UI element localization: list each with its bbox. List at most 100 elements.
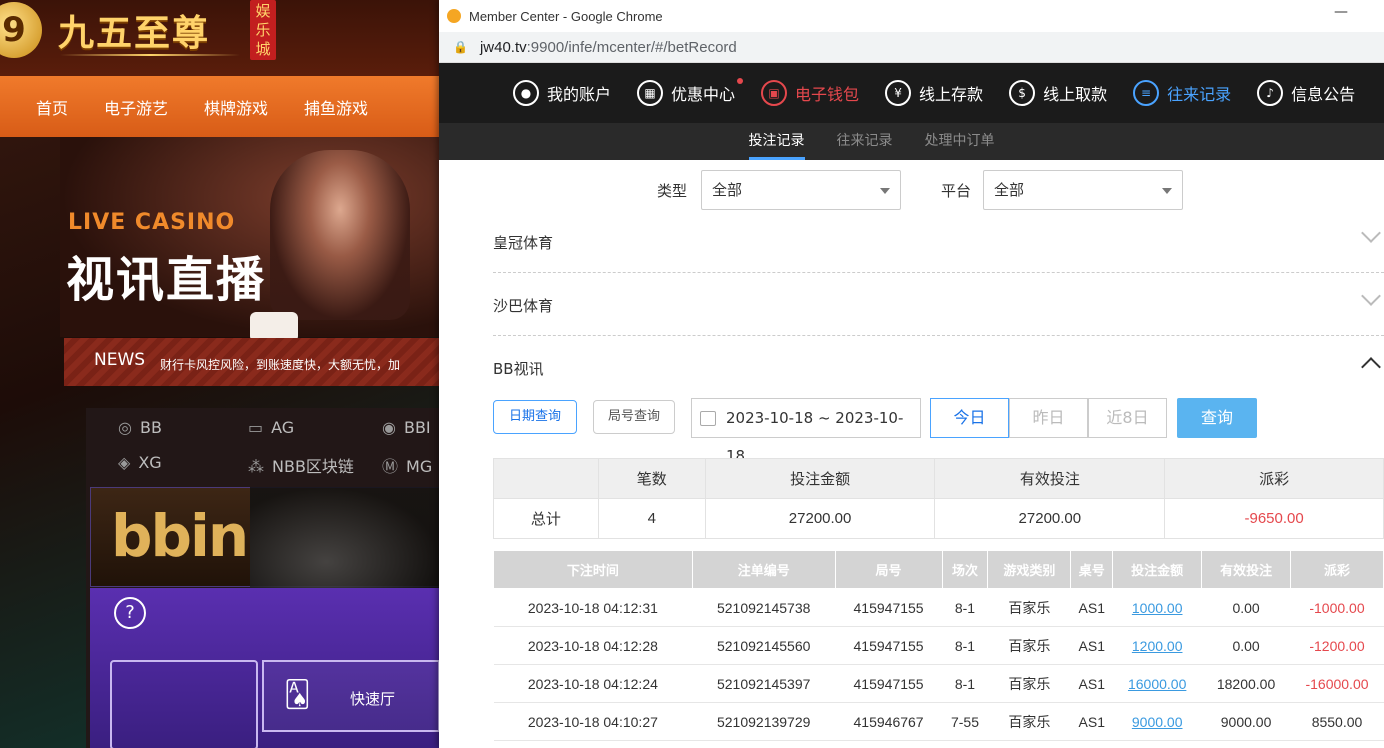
sub-tabs: 投注记录 往来记录 处理中订单: [439, 123, 1384, 160]
favicon-icon: [447, 9, 461, 23]
today-button[interactable]: 今日: [930, 398, 1009, 438]
window-titlebar: Member Center - Google Chrome —: [439, 0, 1384, 32]
address-bar[interactable]: 🔒 jw40.tv:9900/infe/mcenter/#/betRecord: [439, 32, 1384, 63]
site-nav-board-games[interactable]: 棋牌游戏: [204, 95, 268, 119]
platform-select[interactable]: 全部: [983, 170, 1183, 210]
news-label: NEWS: [94, 350, 146, 370]
cards-icon: 🂡: [284, 680, 311, 710]
lobby-card[interactable]: [110, 660, 258, 748]
date-query-button[interactable]: 日期查询: [493, 400, 577, 434]
cell-payout: -1200.00: [1290, 626, 1384, 665]
ag-icon: ▭: [248, 418, 264, 437]
col-game-type[interactable]: 游戏类别: [987, 550, 1072, 589]
col-payout[interactable]: 派彩: [1290, 550, 1384, 589]
cell-valid: 9000.00: [1201, 702, 1291, 741]
nav-wallet[interactable]: ▣ 电子钱包: [761, 80, 859, 106]
bbi-icon: ◉: [382, 418, 396, 437]
type-label: 类型: [657, 182, 688, 200]
nav-deposit[interactable]: ¥ 线上存款: [885, 80, 983, 106]
cell-game: 百家乐: [987, 664, 1071, 703]
type-select[interactable]: 全部: [701, 170, 901, 210]
summary-header: 有效投注: [934, 458, 1166, 499]
bet-amount-link[interactable]: 16000.00: [1112, 664, 1202, 703]
chevron-down-icon[interactable]: [1361, 286, 1381, 306]
date-range-input[interactable]: 2023-10-18 ~ 2023-10-18: [691, 398, 921, 465]
tab-bet-records[interactable]: 投注记录: [748, 123, 805, 160]
cell-round: 415947155: [835, 588, 942, 627]
platform-bb[interactable]: ◎ BB: [118, 418, 162, 437]
table-row: 2023-10-18 04:12:31 521092145738 4159471…: [493, 588, 1384, 627]
table-row: 2023-10-18 04:12:24 521092145397 4159471…: [493, 664, 1384, 703]
cell-time: 2023-10-18 04:12:31: [493, 588, 693, 627]
cell-session: 7-55: [942, 702, 988, 741]
cell-time: 2023-10-18 04:12:24: [493, 664, 693, 703]
platform-xg[interactable]: ◈ XG: [118, 453, 162, 472]
chevron-up-icon[interactable]: [1361, 357, 1381, 377]
col-bet-id[interactable]: 注单编号: [691, 550, 836, 589]
site-nav-home[interactable]: 首页: [36, 95, 68, 119]
site-nav-slots[interactable]: 电子游艺: [104, 95, 168, 119]
platform-nbb[interactable]: ⁂ NBB区块链: [248, 453, 354, 477]
cell-table: AS1: [1070, 664, 1113, 703]
background-casino-site: 9 九五至尊 娱乐城 首页 电子游艺 棋牌游戏 捕鱼游戏 LIVE CASINO…: [0, 0, 440, 748]
query-button[interactable]: 查询: [1177, 398, 1257, 438]
bet-amount-link[interactable]: 9000.00: [1112, 702, 1202, 741]
chevron-down-icon: [880, 188, 890, 194]
round-query-button[interactable]: 局号查询: [593, 400, 675, 434]
withdraw-icon: $: [1009, 80, 1036, 106]
site-logo-text: 九五至尊: [58, 12, 211, 54]
mg-icon: Ⓜ: [382, 457, 399, 476]
lock-icon[interactable]: 🔒: [453, 40, 468, 54]
summary-table: 笔数 投注金额 有效投注 派彩 总计 4 27200.00 27200.00 -…: [493, 458, 1384, 539]
platform-ag[interactable]: ▭ AG: [248, 418, 294, 437]
nav-my-account[interactable]: ● 我的账户: [513, 80, 611, 106]
bell-icon: ♪: [1257, 80, 1284, 106]
col-valid-bet[interactable]: 有效投注: [1201, 550, 1292, 589]
minimize-icon[interactable]: —: [1334, 4, 1348, 20]
last-8-days-button[interactable]: 近8日: [1088, 398, 1167, 438]
platform-mg[interactable]: Ⓜ MG: [382, 453, 432, 477]
platform-bbi[interactable]: ◉ BBI: [382, 418, 431, 437]
logo-underline: [60, 54, 240, 56]
nav-promotions[interactable]: ▦ 优惠中心: [637, 78, 744, 106]
col-bet-amount[interactable]: 投注金额: [1112, 550, 1203, 589]
site-nav-fishing[interactable]: 捕鱼游戏: [304, 95, 368, 119]
quick-hall-card[interactable]: 🂡 快速厅: [262, 660, 440, 732]
section-title: 皇冠体育: [493, 234, 554, 252]
cell-round: 415947155: [835, 664, 942, 703]
nav-announcements[interactable]: ♪ 信息公告: [1257, 80, 1355, 106]
section-crown-sports[interactable]: 皇冠体育: [493, 210, 1384, 273]
summary-cell: 27200.00: [704, 498, 936, 539]
summary-header-row: 笔数 投注金额 有效投注 派彩: [493, 458, 1384, 499]
tab-pending-orders[interactable]: 处理中订单: [925, 123, 995, 160]
cell-valid: 18200.00: [1201, 664, 1291, 703]
section-saba-sports[interactable]: 沙巴体育: [493, 273, 1384, 336]
site-logo-mark[interactable]: 9: [0, 2, 42, 58]
col-round[interactable]: 局号: [834, 550, 943, 589]
bet-amount-link[interactable]: 1000.00: [1112, 588, 1202, 627]
cell-bet-id: 521092145397: [692, 664, 836, 703]
yesterday-button[interactable]: 昨日: [1009, 398, 1088, 438]
table-row: 2023-10-18 04:12:28 521092145560 4159471…: [493, 626, 1384, 665]
section-bb-live[interactable]: BB视讯: [493, 336, 1384, 399]
col-bet-time[interactable]: 下注时间: [493, 550, 693, 589]
cell-payout: -1000.00: [1290, 588, 1384, 627]
records-icon: ≡: [1133, 80, 1160, 106]
cell-bet-id: 521092139729: [692, 702, 836, 741]
summary-header: 投注金额: [704, 458, 936, 499]
site-nav: 首页 电子游艺 棋牌游戏 捕鱼游戏: [0, 76, 440, 137]
gift-icon: ▦: [637, 80, 664, 106]
cell-table: AS1: [1070, 702, 1113, 741]
help-icon[interactable]: ?: [114, 597, 146, 629]
col-table[interactable]: 桌号: [1070, 550, 1114, 589]
xg-icon: ◈: [118, 453, 131, 472]
bet-amount-link[interactable]: 1200.00: [1112, 626, 1202, 665]
url-text[interactable]: jw40.tv:9900/infe/mcenter/#/betRecord: [480, 39, 737, 56]
hero-dealer-image: [270, 150, 410, 320]
tab-transactions[interactable]: 往来记录: [837, 123, 893, 160]
nav-records[interactable]: ≡ 往来记录: [1133, 80, 1231, 106]
col-session[interactable]: 场次: [941, 550, 989, 589]
chevron-down-icon[interactable]: [1361, 223, 1381, 243]
cell-time: 2023-10-18 04:12:28: [493, 626, 693, 665]
nav-withdraw[interactable]: $ 线上取款: [1009, 80, 1107, 106]
